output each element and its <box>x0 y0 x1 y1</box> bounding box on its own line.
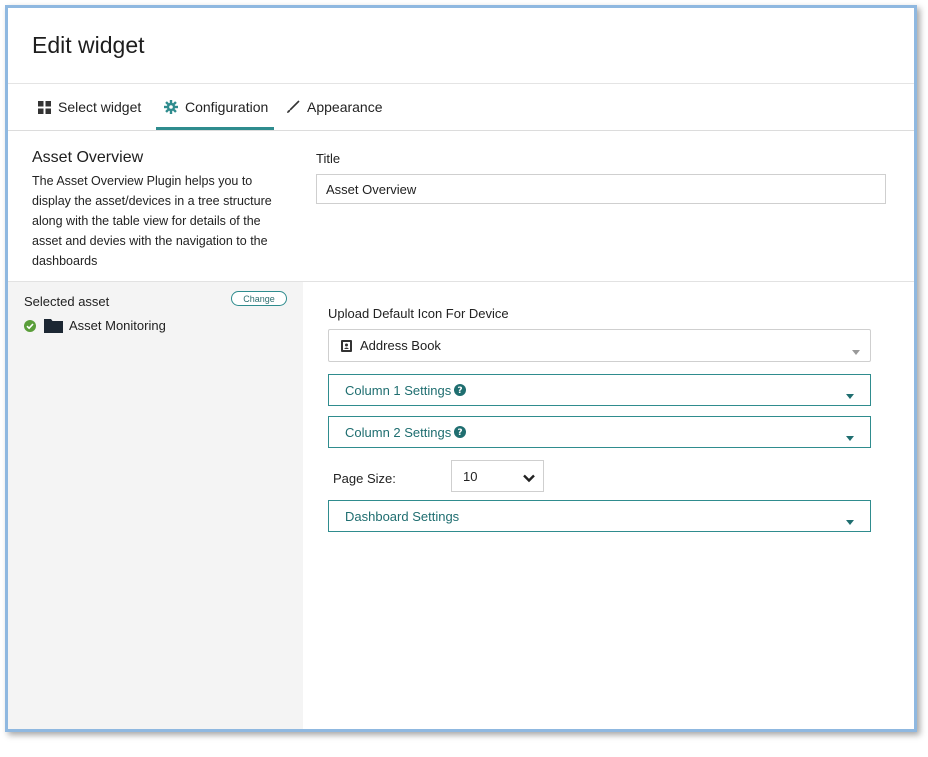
gear-icon <box>164 100 178 114</box>
accordion-label: Column 1 Settings <box>345 382 452 398</box>
title-label: Title <box>316 151 341 166</box>
edit-widget-dialog: Edit widget Select widget Configuration … <box>5 5 917 732</box>
caret-down-icon <box>846 429 854 444</box>
tab-bar: Select widget Configuration Appearance <box>8 84 914 131</box>
help-icon[interactable]: ? <box>454 426 467 438</box>
page-size-label: Page Size: <box>333 471 396 486</box>
tab-label: Select widget <box>58 99 142 115</box>
page-size-value: 10 <box>463 468 478 484</box>
tab-appearance[interactable]: Appearance <box>286 84 383 130</box>
dashboard-settings-accordion[interactable]: Dashboard Settings <box>328 500 871 532</box>
settings-panel: Upload Default Icon For Device Address B… <box>303 282 914 729</box>
caret-down-icon <box>846 387 854 402</box>
dialog-header: Edit widget <box>8 8 914 84</box>
change-asset-button[interactable]: Change <box>231 291 287 306</box>
tab-label: Configuration <box>185 99 269 115</box>
caret-down-icon <box>846 513 854 528</box>
page-size-select[interactable]: 10 <box>451 460 544 492</box>
device-icon-select[interactable]: Address Book <box>328 329 871 362</box>
selected-asset-label: Selected asset <box>24 294 110 309</box>
help-icon[interactable]: ? <box>454 384 467 396</box>
column1-settings-accordion[interactable]: Column 1 Settings ? <box>328 374 871 406</box>
accordion-label: Column 2 Settings <box>345 424 452 440</box>
widget-intro: Asset Overview The Asset Overview Plugin… <box>8 131 914 282</box>
svg-text:?: ? <box>458 386 463 396</box>
asset-name: Asset Monitoring <box>69 318 166 333</box>
chevron-down-icon <box>523 471 535 486</box>
tab-configuration[interactable]: Configuration <box>156 84 275 130</box>
asset-selector-panel: Selected asset Change Asset Monitoring <box>8 282 303 729</box>
dialog-title: Edit widget <box>32 32 145 58</box>
address-book-icon <box>341 339 352 352</box>
svg-text:?: ? <box>458 428 463 438</box>
device-icon-value: Address Book <box>360 338 441 353</box>
selected-asset-item[interactable]: Asset Monitoring <box>24 318 166 333</box>
caret-down-icon <box>852 343 860 358</box>
check-circle-icon <box>24 319 36 332</box>
widget-description: The Asset Overview Plugin helps you to d… <box>32 174 272 268</box>
brush-icon <box>286 100 300 114</box>
column2-settings-accordion[interactable]: Column 2 Settings ? <box>328 416 871 448</box>
title-input[interactable] <box>316 174 886 204</box>
widget-name: Asset Overview <box>32 149 144 166</box>
tab-select-widget[interactable]: Select widget <box>38 84 141 130</box>
tab-label: Appearance <box>307 99 383 115</box>
accordion-label: Dashboard Settings <box>345 508 460 524</box>
folder-icon <box>44 318 63 333</box>
upload-icon-label: Upload Default Icon For Device <box>328 306 509 321</box>
grid-icon <box>38 100 51 114</box>
